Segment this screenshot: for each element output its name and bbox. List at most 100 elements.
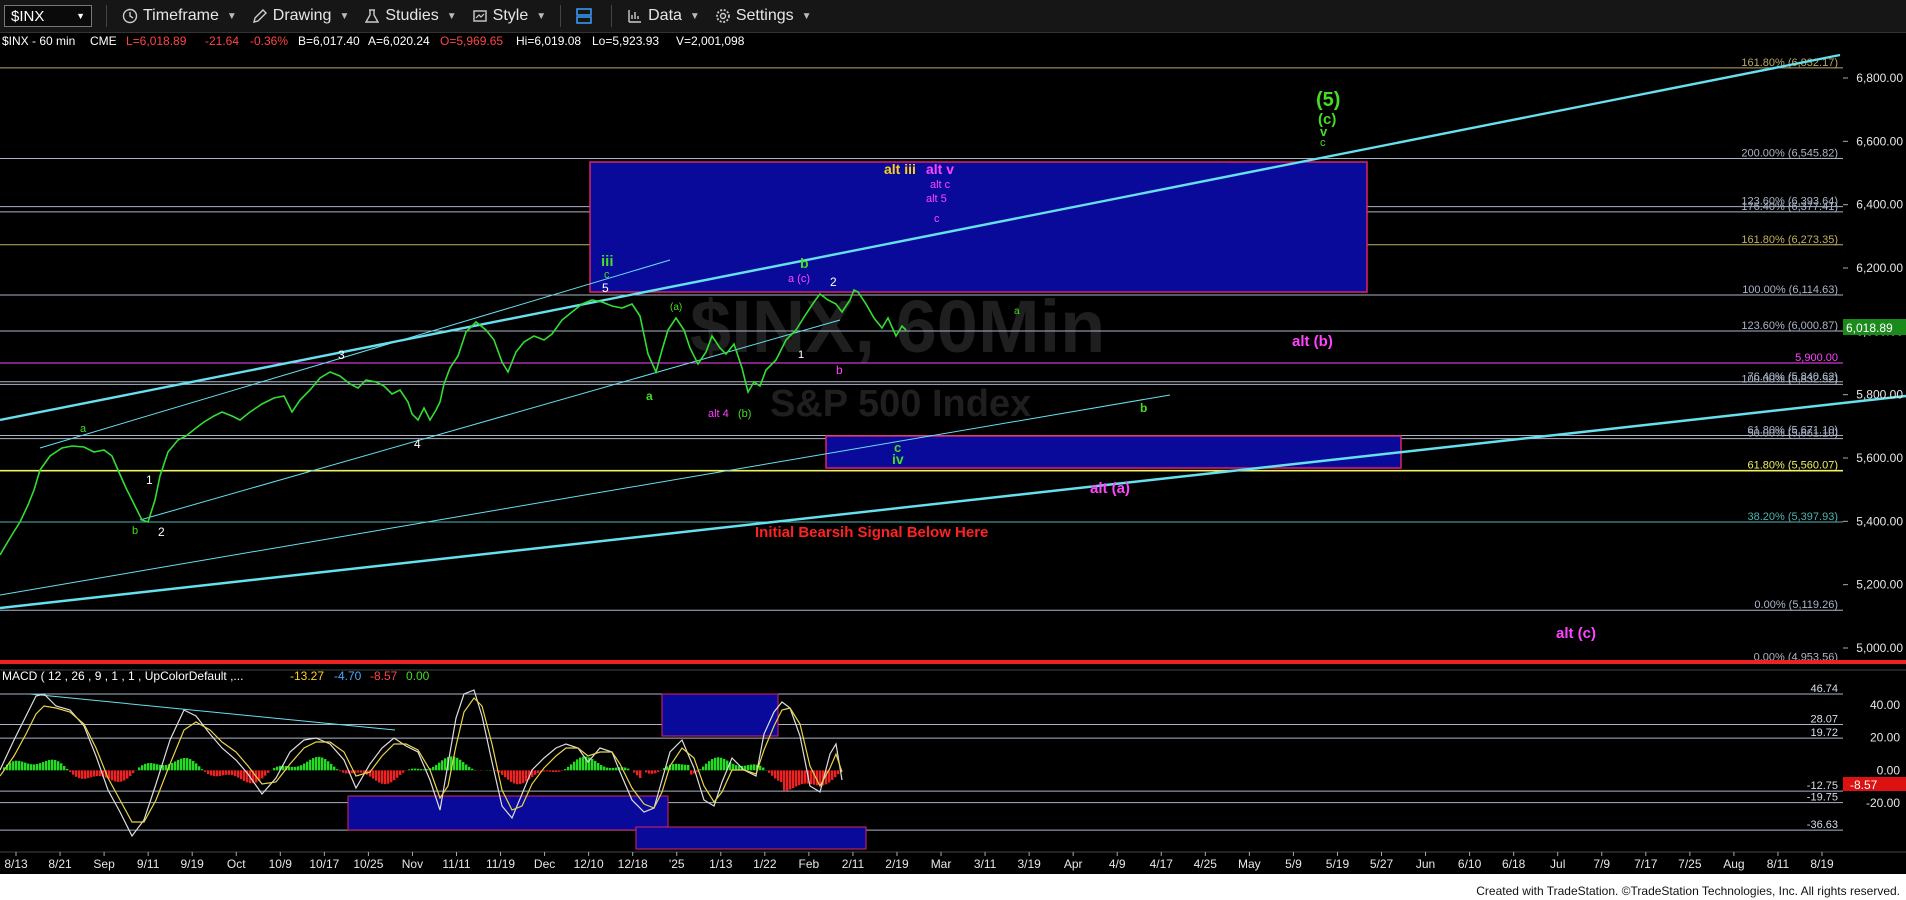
macd-level-label: -36.63 (1807, 819, 1838, 831)
macd-histogram-bar (750, 764, 753, 771)
date-tick-label: 10/17 (309, 857, 339, 871)
macd-histogram-bar (18, 760, 21, 771)
macd-histogram-bar (267, 770, 270, 773)
drawing-menu[interactable]: Drawing ▼ (251, 7, 349, 25)
macd-histogram-bar (204, 770, 207, 772)
header-ask: A=6,020.24 (368, 34, 430, 48)
macd-histogram-bar (591, 758, 594, 771)
alt-c-big-label: alt (c) (1556, 625, 1596, 642)
date-tick-label: Sep (93, 857, 115, 871)
macd-histogram-bar (732, 763, 735, 771)
macd-histogram-bar (600, 765, 603, 771)
macd-histogram-bar (435, 764, 438, 771)
macd-histogram-bar (63, 765, 66, 771)
wave-b-label: b (800, 255, 809, 271)
macd-histogram-bar (336, 769, 339, 771)
macd-histogram-bar (390, 770, 393, 783)
macd-histogram-bar (834, 770, 837, 778)
macd-histogram-bar (261, 770, 264, 779)
c-magenta-label: c (934, 213, 940, 225)
date-tick-label: 4/17 (1150, 857, 1174, 871)
macd-histogram-bar (384, 770, 387, 785)
macd-histogram-bar (798, 770, 801, 786)
wave-5-label: (5) (1316, 89, 1340, 111)
macd-histogram-bar (432, 766, 435, 771)
macd-histogram-bar (48, 759, 51, 771)
macd-histogram-bar (783, 770, 786, 791)
studies-menu[interactable]: Studies ▼ (363, 7, 457, 25)
macd-histogram-bar (456, 757, 459, 771)
macd-histogram-bar (633, 770, 636, 773)
macd-histogram-bar (378, 770, 381, 783)
macd-histogram-bar (606, 767, 609, 771)
macd-histogram-bar (330, 763, 333, 771)
footer: Created with TradeStation. ©TradeStation… (0, 874, 1906, 900)
symbol-selector[interactable]: $INX ▼ (4, 5, 92, 27)
chart-header: $INX - 60 min CME L=6,018.89 -21.64 -0.3… (2, 34, 745, 48)
macd-histogram-bar (333, 766, 336, 771)
macd-histogram-bar (471, 768, 474, 771)
macd-histogram-bar (144, 763, 147, 771)
alt-b-label: alt (b) (1292, 333, 1333, 350)
lower-trend-line (0, 394, 1906, 610)
fib-level-label: 100.00% (6,114.63) (1742, 284, 1838, 296)
style-menu[interactable]: Style ▼ (471, 7, 546, 25)
macd-histogram-bar (36, 763, 39, 771)
date-tick-label: 7/9 (1593, 857, 1610, 871)
macd-histogram-bar (609, 768, 612, 771)
chevron-down-icon: ▼ (446, 10, 457, 22)
wave-b-paren-label: (b) (738, 408, 751, 420)
macd-histogram-bar (681, 764, 684, 771)
macd-histogram-bar (525, 770, 528, 782)
date-tick-label: 5/19 (1326, 857, 1350, 871)
pencil-icon (251, 7, 269, 25)
date-tick-label: Dec (534, 857, 555, 871)
date-tick-label: 1/13 (709, 857, 733, 871)
wave-iii-c-label: c (604, 269, 610, 281)
macd-histogram-bar (537, 770, 540, 774)
fib-level-label: 200.00% (6,545.82) (1741, 147, 1838, 159)
studies-label: Studies (385, 7, 439, 24)
wave-a-c-label: a (c) (788, 273, 810, 285)
wave-a-paren-label: (a) (670, 302, 682, 313)
macd-histogram-bar (615, 767, 618, 771)
macd-histogram-bar (465, 764, 468, 771)
price-tick-label: 6,200.00 (1856, 261, 1903, 275)
macd-histogram-bar (639, 770, 642, 779)
timeframe-menu[interactable]: Timeframe ▼ (121, 7, 237, 25)
fib-level-label: 38.20% (5,397.93) (1747, 511, 1838, 523)
macd-histogram-bar (603, 766, 606, 771)
layout-icon (575, 7, 593, 25)
macd-histogram-bar (672, 764, 675, 771)
macd-histogram-bar (522, 770, 525, 784)
price-chart[interactable]: $INX - 60 min CME L=6,018.89 -21.64 -0.3… (0, 32, 1906, 900)
layout-button[interactable] (575, 7, 597, 25)
macd-histogram-bar (720, 757, 723, 771)
macd-histogram-bar (81, 770, 84, 779)
macd-histogram-bar (234, 770, 237, 777)
wave-b-left-label: b (132, 525, 138, 537)
watermark-subtitle: S&P 500 Index (770, 383, 1031, 425)
macd-histogram-bar (93, 770, 96, 777)
macd-histogram-bar (201, 769, 204, 771)
date-tick-label: 1/22 (753, 857, 777, 871)
alt-a-label: alt (a) (1090, 480, 1130, 497)
macd-histogram-bar (225, 770, 228, 775)
macd-histogram-bar (60, 763, 63, 771)
macd-histogram-bar (414, 768, 417, 771)
wave-2-left-label: 2 (158, 525, 165, 539)
macd-histogram-bar (558, 770, 561, 772)
macd-histogram-bar (42, 762, 45, 771)
macd-histogram-bar (294, 766, 297, 771)
macd-histogram-bar (702, 766, 705, 771)
macd-histogram-bar (789, 770, 792, 790)
price-tick-label: 5,600.00 (1856, 451, 1903, 465)
macd-histogram-bar (87, 770, 90, 779)
header-exchange: CME (90, 34, 117, 48)
lower-target-box (825, 435, 1402, 469)
macd-histogram-bar (345, 770, 348, 774)
wave-1-left-label: 1 (146, 473, 153, 487)
wave-c-small-label: c (1320, 137, 1326, 149)
settings-menu[interactable]: Settings ▼ (714, 7, 812, 25)
data-menu[interactable]: Data ▼ (626, 7, 700, 25)
